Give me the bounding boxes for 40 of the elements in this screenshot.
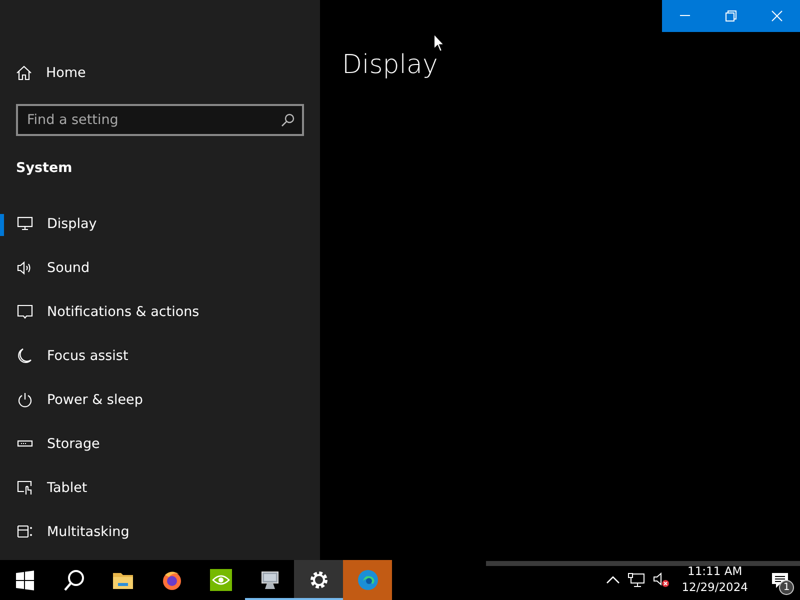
message-box-icon <box>17 304 33 320</box>
search-icon <box>281 113 295 127</box>
eye-logo-icon <box>210 569 232 591</box>
section-heading: System <box>15 159 74 178</box>
clock-time: 11:11 AM <box>686 564 744 580</box>
notification-center-button[interactable]: 1 <box>760 560 800 600</box>
display-icon <box>17 216 33 232</box>
sidebar-item[interactable]: Sound <box>0 246 304 290</box>
clock[interactable]: 11:11 AM 12/29/2024 <box>678 564 752 596</box>
mouse-pointer-icon <box>433 33 445 53</box>
sidebar-item[interactable]: Focus assist <box>0 334 304 378</box>
sidebar-item[interactable]: Multitasking <box>0 510 304 554</box>
tablet-touch-icon <box>17 480 33 496</box>
wave-browser-icon <box>356 569 378 591</box>
taskbar-app-button[interactable] <box>294 560 343 600</box>
sidebar-item[interactable]: Power & sleep <box>0 378 304 422</box>
fox-browser-icon <box>160 569 182 591</box>
gear-icon <box>308 569 330 591</box>
moon-icon <box>17 348 33 364</box>
clock-date: 12/29/2024 <box>682 580 748 596</box>
close-icon <box>771 10 783 22</box>
sidebar-item[interactable]: Display <box>0 202 304 246</box>
windows-logo-icon <box>14 569 36 591</box>
computer-icon <box>258 569 280 591</box>
network-icon[interactable] <box>628 573 645 587</box>
sidebar-item[interactable]: Storage <box>0 422 304 466</box>
volume-muted-icon[interactable] <box>652 572 670 588</box>
sidebar-item[interactable]: Notifications & actions <box>0 290 304 334</box>
speaker-icon <box>17 260 33 276</box>
sidebar-item[interactable]: Tablet <box>0 466 304 510</box>
home-link[interactable]: Home <box>0 58 304 88</box>
restore-icon <box>725 10 737 22</box>
power-icon <box>17 392 33 408</box>
chevron-up-icon[interactable] <box>606 575 620 585</box>
notification-count: 1 <box>779 580 794 595</box>
page-title: Display <box>342 50 439 82</box>
search-field[interactable]: Find a setting <box>16 104 304 136</box>
multitasking-icon <box>17 524 33 540</box>
search-icon <box>62 569 84 591</box>
home-icon <box>16 65 32 81</box>
